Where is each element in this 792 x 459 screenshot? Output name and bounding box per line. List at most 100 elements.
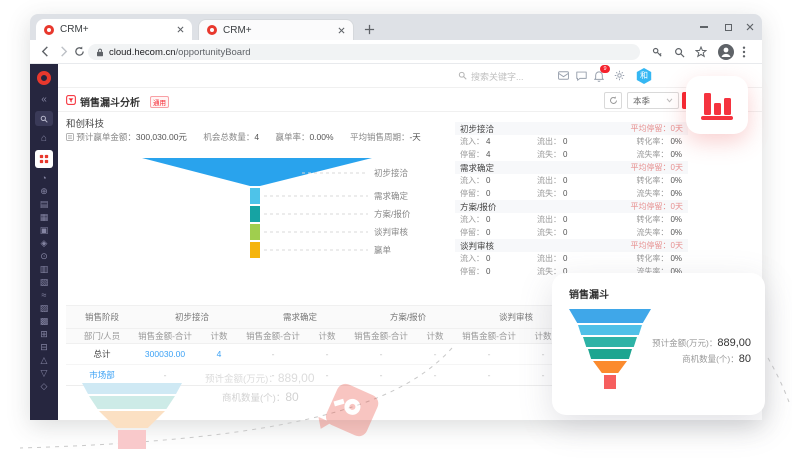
crm-favicon xyxy=(207,25,217,35)
column-header: 计数 xyxy=(300,330,354,342)
metric-label: 停留： xyxy=(460,228,484,237)
popup-amount-label: 预计金额(万元)： xyxy=(652,338,717,348)
column-header: 销售金额-合计 xyxy=(354,330,408,342)
url-field[interactable]: cloud.hecom.cn/opportunityBoard xyxy=(88,44,640,60)
metric-value: 0% xyxy=(670,254,682,263)
sidebar-item-funnel-active[interactable] xyxy=(35,150,53,168)
popup-funnel-stem xyxy=(604,375,616,389)
chat-icon[interactable] xyxy=(576,71,587,81)
dashboard-grid-icon xyxy=(39,154,49,164)
search-icon xyxy=(458,71,467,80)
metric-label: 转化率： xyxy=(636,137,668,146)
sidebar-menu-icon[interactable]: ▨ xyxy=(40,302,49,315)
sidebar-menu: ◔ ⊕ ▤ ▦ ▣ ◈ ⊙ ▥ ▧ ≈ ▨ ▩ ⊞ ⊟ △ ▽ ◇ xyxy=(40,172,49,393)
funnel-stage-label: 方案/报价 xyxy=(374,209,411,219)
funnel-stage-4[interactable] xyxy=(250,224,260,240)
browser-tab-1[interactable]: CRM+ xyxy=(36,19,192,40)
cell-link[interactable]: 4 xyxy=(192,349,246,359)
tab-close-icon[interactable] xyxy=(338,27,345,34)
metric-value: 0% xyxy=(670,137,682,146)
column-header: 销售阶段 xyxy=(66,311,138,323)
funnel-stage-3[interactable] xyxy=(250,206,260,222)
reload-icon[interactable] xyxy=(74,46,85,57)
sidebar-menu-icon[interactable]: ▥ xyxy=(40,263,49,276)
key-icon[interactable] xyxy=(652,47,663,58)
funnel-stage-5[interactable] xyxy=(250,242,260,258)
lock-icon xyxy=(96,48,104,57)
user-avatar[interactable]: 和 xyxy=(636,68,652,84)
sidebar-menu-icon[interactable]: △ xyxy=(41,354,48,367)
stage-card[interactable]: 初步接洽平均停留：0天 流入：4流出：0转化率：0% 停留：4流失：0流失率：0… xyxy=(455,122,688,161)
window-close-button[interactable] xyxy=(744,22,756,32)
summary-stats: 预计赢单金额：300,030.00元 机会总数量：4 赢单率：0.00% 平均销… xyxy=(66,131,421,143)
forward-icon[interactable] xyxy=(58,46,69,57)
sidebar-menu-icon[interactable]: ◈ xyxy=(41,237,48,250)
window-maximize-button[interactable] xyxy=(722,22,734,32)
sidebar-collapse-icon[interactable]: « xyxy=(41,93,47,106)
global-search-input[interactable]: 搜索关键字... xyxy=(471,70,524,83)
sidebar-menu-icon[interactable]: ◔ xyxy=(41,172,46,185)
sidebar-menu-icon[interactable]: ▩ xyxy=(40,315,49,328)
stat-value: 300,030.00元 xyxy=(136,132,187,142)
bookmark-star-icon[interactable] xyxy=(695,46,707,58)
chart-feature-card[interactable] xyxy=(686,76,748,134)
inbox-icon[interactable] xyxy=(558,71,569,80)
sidebar-menu-icon[interactable]: ▧ xyxy=(40,276,49,289)
sidebar-menu-icon[interactable]: ⊞ xyxy=(40,328,48,341)
app-header: 搜索关键字... 9 和 xyxy=(58,64,762,88)
funnel-stage-1[interactable] xyxy=(142,158,372,186)
cell: - xyxy=(246,370,300,380)
browser-menu-kebab-icon[interactable] xyxy=(742,46,746,58)
stage-card[interactable]: 方案/报价平均停留：0天 流入：0流出：0转化率：0% 停留：0流失：0流失率：… xyxy=(455,200,688,239)
sidebar-menu-icon[interactable]: ▤ xyxy=(40,198,49,211)
metric-label: 流失率： xyxy=(636,150,668,159)
metric-value: 0% xyxy=(670,176,682,185)
sidebar-home-icon[interactable]: ⌂ xyxy=(41,132,47,145)
new-tab-button[interactable] xyxy=(364,22,376,34)
url-host: cloud.hecom.cn xyxy=(109,47,176,58)
window-minimize-button[interactable] xyxy=(698,22,710,32)
stat-label: 赢单率： xyxy=(275,132,309,142)
column-header: 销售金额-合计 xyxy=(246,330,300,342)
metric-label: 流失率： xyxy=(636,189,668,198)
sidebar-menu-icon[interactable]: ⊟ xyxy=(40,341,48,354)
metric-label: 流出： xyxy=(537,176,561,185)
browser-tab-2[interactable]: CRM+ xyxy=(198,19,354,40)
stage-card[interactable]: 需求确定平均停留：0天 流入：0流出：0转化率：0% 停留：0流失：0流失率：0… xyxy=(455,161,688,200)
funnel-stage-2[interactable] xyxy=(250,188,260,204)
avg-stay-value: 0天 xyxy=(671,124,683,133)
sidebar-menu-icon[interactable]: ⊕ xyxy=(40,185,48,198)
gear-icon[interactable] xyxy=(614,70,625,81)
funnel-popup-card: 销售漏斗 预计金额(万元)：889,00 商机数量(个)：80 xyxy=(552,273,765,415)
board-toolbar: 销售漏斗分析 通用 本季 xyxy=(58,88,762,112)
funnel-stage-label: 需求确定 xyxy=(374,191,409,201)
sidebar-menu-icon[interactable]: ▦ xyxy=(40,211,49,224)
back-icon[interactable] xyxy=(40,46,51,57)
period-select[interactable]: 本季 xyxy=(627,92,679,109)
tab-close-icon[interactable] xyxy=(177,26,184,33)
cell-link[interactable]: 300030.00 xyxy=(138,349,192,359)
metric-value: 0 xyxy=(563,150,567,159)
search-extension-icon[interactable] xyxy=(674,47,685,58)
row-label-link[interactable]: 市场部 xyxy=(66,369,138,381)
notification-badge: 9 xyxy=(600,65,610,73)
plus-icon xyxy=(364,24,375,35)
sidebar-menu-icon[interactable]: ⊙ xyxy=(40,250,48,263)
stage-name: 方案/报价 xyxy=(460,201,496,213)
sidebar-menu-icon[interactable]: ▣ xyxy=(40,224,49,237)
popup-count-label: 商机数量(个)： xyxy=(682,354,739,364)
avg-stay-label: 平均停留： xyxy=(631,124,671,133)
refresh-button[interactable] xyxy=(604,92,622,109)
sidebar-search-button[interactable] xyxy=(35,111,53,126)
sidebar-menu-icon[interactable]: ≈ xyxy=(42,289,47,302)
notifications-bell[interactable]: 9 xyxy=(594,69,604,87)
metric-label: 流失： xyxy=(537,228,561,237)
bar-chart-icon xyxy=(700,89,734,121)
list-icon xyxy=(66,133,74,141)
sidebar-menu-icon[interactable]: ◇ xyxy=(41,380,48,393)
board-red-icon xyxy=(66,95,76,105)
browser-profile-avatar[interactable] xyxy=(718,44,734,60)
crm-favicon xyxy=(44,25,54,35)
cell: - xyxy=(300,349,354,359)
sidebar-menu-icon[interactable]: ▽ xyxy=(41,367,48,380)
